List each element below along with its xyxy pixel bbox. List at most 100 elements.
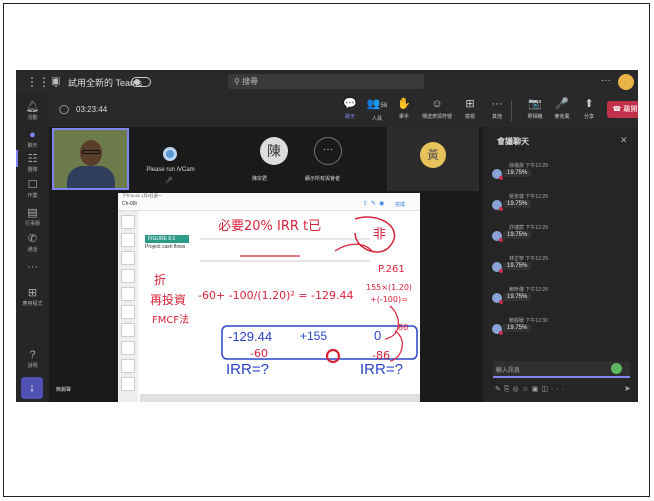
rail-item-teams[interactable]: ☷ 團隊: [16, 153, 49, 173]
chat-icon: ●: [29, 129, 36, 141]
rail-item-chat[interactable]: ● 聊天: [16, 129, 49, 149]
raise-hand-button[interactable]: ✋ 舉手: [389, 98, 419, 120]
ivcam-message: Please run iVCam: [146, 167, 195, 173]
chat-message-input[interactable]: 輸入訊息: [493, 361, 630, 378]
page-thumbnail[interactable]: [121, 377, 135, 391]
participant-avatar-chen[interactable]: 陳: [260, 137, 288, 165]
rail-item-more[interactable]: ···: [16, 261, 49, 273]
user-avatar[interactable]: [618, 74, 634, 90]
try-new-teams-toggle[interactable]: [131, 77, 151, 87]
done-button[interactable]: 完成: [395, 201, 405, 208]
search-icon: ⚲: [234, 77, 243, 86]
arrow-annotation: [389, 330, 403, 362]
leave-button[interactable]: ☎ 離開: [607, 101, 638, 118]
rail-item-activity[interactable]: 🔔︎ 活動: [16, 101, 49, 121]
message-meta: 賴靜媛 下午12:30: [509, 318, 548, 324]
send-icon[interactable]: ➤: [624, 384, 631, 393]
control-label: 麥克風: [554, 114, 570, 120]
circle-annotation: [325, 348, 341, 364]
chat-toggle-button[interactable]: 💬 聊天: [335, 98, 365, 120]
meeting-timer: 03:23:44: [76, 105, 108, 114]
apps-icon: ⊞: [27, 287, 38, 299]
person-glasses: [82, 150, 100, 154]
ink-headline: 必要20% IRR t已: [218, 219, 322, 234]
page-thumbnail[interactable]: [121, 359, 135, 373]
message-body: 19.75%: [492, 324, 632, 335]
message-meta: 吳安樣 下午12:29: [509, 194, 548, 200]
avatar: [492, 200, 503, 211]
shield-icon: ◯: [59, 104, 70, 114]
rail-item-calls[interactable]: ✆ 通話: [16, 233, 49, 253]
reactions-button[interactable]: ☺ 傳送表情符號: [422, 98, 452, 120]
message-meta: 許瑞宸 下午12:29: [509, 225, 548, 231]
assignments-icon: ☐: [27, 179, 38, 191]
annotation-tools-icon[interactable]: ⇧✎◉: [363, 200, 387, 207]
avatar: [492, 231, 503, 242]
chat-message: 林芷寧 下午12:29 19.75%: [492, 255, 632, 273]
page-thumbnail[interactable]: [121, 287, 135, 301]
rail-label: 說明: [27, 363, 38, 369]
document-filename: Ch-08i: [122, 201, 137, 207]
bell-icon: 🔔︎: [25, 101, 40, 113]
search-input[interactable]: ⚲ 搜尋: [228, 74, 424, 89]
message-body: 19.75%: [492, 262, 632, 273]
page-thumbnail[interactable]: [121, 233, 135, 247]
camera-button[interactable]: 📷 照相機: [520, 98, 550, 120]
more-icon[interactable]: ···: [551, 386, 567, 393]
page-thumbnail[interactable]: [121, 215, 135, 229]
page-thumbnail[interactable]: [121, 305, 135, 319]
chat-message: 許瑞宸 下午12:29 19.75%: [492, 224, 632, 242]
sticker-icon[interactable]: ◫: [541, 386, 551, 393]
avatar: [492, 324, 503, 335]
more-icon: ···: [27, 261, 38, 273]
control-label: 傳送表情符號: [422, 114, 453, 120]
meeting-chat-panel: 會議聊天 ✕ 徐儀晨 下午12:29 19.75% 吳安樣 下午12:29 19…: [483, 127, 638, 402]
page-thumbnail[interactable]: [121, 341, 135, 355]
download-icon[interactable]: ↓: [21, 377, 43, 399]
page-thumbnail[interactable]: [121, 251, 135, 265]
format-icon[interactable]: ✎: [495, 386, 504, 393]
message-meta: 林芷寧 下午12:29: [509, 256, 548, 262]
view-button[interactable]: ⊞ 檢視: [455, 98, 485, 120]
video-tile-camera[interactable]: [52, 128, 129, 190]
rail-item-apps[interactable]: ⊞ 應用程式: [16, 287, 49, 307]
gif-icon[interactable]: ▣: [532, 386, 542, 393]
message-text: 19.75%: [503, 231, 532, 239]
more-actions-button[interactable]: ··· 其他: [482, 98, 512, 120]
rail-item-help[interactable]: ? 說明: [16, 349, 49, 369]
microphone-button[interactable]: 🎤 麥克風: [547, 98, 577, 120]
show-all-participants-button[interactable]: ···: [314, 137, 342, 165]
leave-label: 離開: [623, 106, 638, 113]
teams-icon: ☷: [27, 153, 38, 165]
ink-page-ref: P.261: [378, 264, 405, 275]
message-text: 19.75%: [503, 200, 532, 208]
page-thumbnail[interactable]: [121, 269, 135, 283]
grid-icon: ⊞: [465, 98, 475, 110]
document-toolbar: Ch-08i ⇧✎◉ 完成: [118, 199, 420, 211]
people-button[interactable]: 👥58 人員: [362, 98, 392, 122]
rail-label: 通話: [27, 247, 38, 253]
close-icon[interactable]: ✕: [620, 135, 628, 146]
meeting-stage: Please run iVCam 🎤︎ 陳 陳宗君 ··· 顯示所有與會者 黃 …: [49, 127, 483, 402]
more-options-icon[interactable]: ···: [601, 75, 611, 86]
chat-compose-tools[interactable]: ✎⎘◎☺▣◫···: [495, 385, 567, 394]
shared-screen[interactable]: 下午12:31 1月9日週一 Ch-08i ⇧✎◉ 完成 FIGURE 8.5: [118, 193, 420, 402]
page-thumbnail[interactable]: [121, 323, 135, 337]
video-tile-huang[interactable]: 黃: [387, 127, 479, 191]
emoji-icon[interactable]: ☺: [522, 386, 532, 393]
show-all-participants-label: 顯示所有與會者: [305, 176, 341, 182]
chat-icon: 💬: [343, 98, 357, 110]
video-tile-ivcam[interactable]: Please run iVCam 🎤︎: [133, 127, 208, 190]
camera-off-icon: 📷: [528, 98, 542, 110]
message-body: 19.75%: [492, 293, 632, 304]
ink-fei: 非: [373, 227, 387, 242]
loop-icon[interactable]: ◎: [512, 386, 521, 393]
page-thumbnails: [118, 211, 138, 402]
control-label: 聊天: [344, 114, 355, 120]
ink-equation: -60+ -100/(1.20)² = -129.44: [198, 289, 354, 302]
share-button[interactable]: ⬆ 分享: [574, 98, 604, 120]
rail-item-calendar[interactable]: ▤ 行事曆: [16, 207, 49, 227]
rail-label: 活動: [27, 115, 38, 121]
rail-item-assignments[interactable]: ☐ 作業: [16, 179, 49, 199]
loop-icon[interactable]: [611, 363, 622, 374]
